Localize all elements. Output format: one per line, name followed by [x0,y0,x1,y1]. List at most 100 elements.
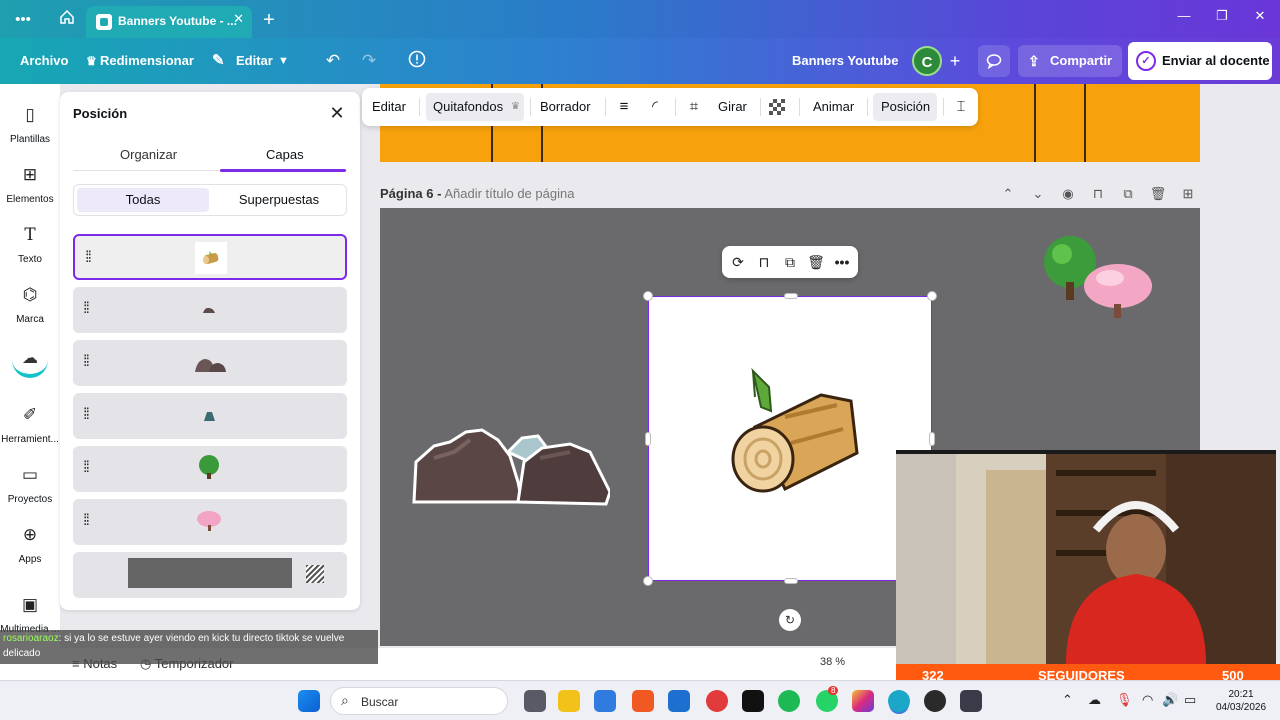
new-tab-icon[interactable]: + [258,9,280,31]
maximize-icon[interactable]: ❐ [1212,8,1232,24]
canva-icon[interactable] [888,690,910,712]
calculator-icon[interactable] [960,690,982,712]
drag-handle-icon[interactable]: ⁞⁞ [83,511,95,531]
sidebar-item-text[interactable]: T Texto [0,224,60,265]
delete-icon[interactable]: 🗑 [806,252,826,272]
home-icon[interactable] [56,9,78,31]
lock-icon[interactable]: ⊓ [754,252,774,272]
brave-browser-icon[interactable] [632,690,654,712]
layer-row[interactable] [73,552,347,598]
minimize-icon[interactable]: — [1174,8,1194,23]
delete-icon[interactable]: 🗑 [1149,186,1167,202]
edit-image-button[interactable]: Editar [372,88,406,126]
edit-menu[interactable]: Editar [236,38,273,84]
animate-button[interactable]: Animar [813,88,854,126]
wifi-icon[interactable]: ◠ [1142,692,1153,708]
avatar[interactable]: C [912,46,942,76]
cloud-icon[interactable]: ☁ [1088,692,1101,708]
sidebar-item-tools[interactable]: ✐ Herramient... [0,404,60,445]
resize-button[interactable]: Redimensionar [100,38,194,84]
browser-tab[interactable]: Banners Youtube - ... ✕ [86,6,252,38]
corner-rounding-icon[interactable]: ◜ [645,97,665,117]
resize-handle[interactable] [927,291,937,301]
resize-handle[interactable] [784,578,798,584]
tab-arrange[interactable]: Organizar [120,147,177,162]
app-icon[interactable] [706,690,728,712]
zoom-level[interactable]: 38 % [820,656,845,668]
share-button[interactable]: ⇪ Compartir [1018,45,1122,77]
sidebar-item-projects[interactable]: ▭ Proyectos [0,464,60,505]
close-tab-icon[interactable]: ✕ [233,11,244,27]
trees-element[interactable] [1040,232,1160,322]
sidebar-item-templates[interactable]: ▯ Plantillas [0,104,60,145]
system-clock[interactable]: 20:21 04/03/2026 [1206,688,1276,714]
lock-icon[interactable]: ⊓ [1089,186,1107,202]
drag-handle-icon[interactable]: ⁞⁞ [83,405,95,425]
resize-handle[interactable] [643,576,653,586]
comment-icon[interactable] [978,45,1010,77]
sidebar-item-apps[interactable]: ⊕ Apps [0,524,60,565]
resize-handle[interactable] [784,293,798,299]
windows-start-icon[interactable] [298,690,320,712]
file-explorer-icon[interactable] [558,690,580,712]
filter-all[interactable]: Todas [77,188,209,212]
store-icon[interactable] [594,690,616,712]
duplicate-icon[interactable]: ⧉ [1119,186,1137,202]
transparency-icon[interactable] [769,99,785,115]
task-view-icon[interactable] [524,690,546,712]
layer-row[interactable]: ⁞⁞ [73,287,347,333]
sidebar-item-brand[interactable]: ⌬ Marca [0,284,60,325]
document-title[interactable]: Banners Youtube [792,38,898,84]
add-page-icon[interactable]: ⊞ [1179,186,1197,202]
chevron-up-icon[interactable]: ⌃ [999,186,1017,202]
layer-row[interactable]: ⁞⁞ [73,340,347,386]
more-horizontal-icon[interactable]: ••• [12,9,34,31]
position-button[interactable]: Posición [881,88,930,126]
drag-handle-icon[interactable]: ⁞⁞ [83,458,95,478]
add-collaborator-icon[interactable]: + [942,46,968,76]
microphone-icon[interactable]: 🎙 [1116,692,1133,708]
undo-icon[interactable]: ↶ [322,50,344,72]
crop-icon[interactable]: ⌗ [684,97,704,117]
comment-add-icon[interactable]: ⟳ [728,252,748,272]
chevron-up-icon[interactable]: ⌃ [1062,692,1073,708]
resize-handle[interactable] [643,291,653,301]
flip-button[interactable]: Girar [718,88,747,126]
chatgpt-icon[interactable] [924,690,946,712]
send-to-teacher-button[interactable]: ✓ Enviar al docente [1128,42,1272,80]
battery-icon[interactable]: ▭ [1184,692,1196,708]
bg-remover-button[interactable]: Quitafondos [433,88,503,126]
layer-row[interactable]: ⁞⁞ [73,234,347,280]
tiktok-icon[interactable] [742,690,764,712]
taskbar-search[interactable]: ⌕ Buscar [330,687,508,715]
close-icon[interactable]: ✕ [326,102,348,124]
drag-handle-icon[interactable]: ⁞⁞ [83,299,95,319]
filter-overlapping[interactable]: Superpuestas [213,188,345,212]
layer-row[interactable]: ⁞⁞ [73,499,347,545]
info-icon[interactable] [406,50,428,72]
resize-handle[interactable] [929,432,935,446]
layer-row[interactable]: ⁞⁞ [73,393,347,439]
photos-icon[interactable] [668,690,690,712]
upload-icon[interactable]: ☁ [12,342,48,378]
hide-page-icon[interactable]: ◉ [1059,186,1077,202]
sidebar-item-elements[interactable]: ⊞ Elementos [0,164,60,205]
rotate-icon[interactable]: ↻ [779,609,801,631]
resize-handle[interactable] [645,432,651,446]
chevron-down-icon[interactable]: ▼ [278,38,289,84]
sidebar-item-media[interactable]: ▣ Multimedia ... [0,594,60,635]
drag-handle-icon[interactable]: ⁞⁞ [85,248,97,268]
more-options-icon[interactable]: ••• [832,252,852,272]
drag-handle-icon[interactable]: ⁞⁞ [83,352,95,372]
close-window-icon[interactable]: ✕ [1250,8,1270,24]
rocks-element[interactable] [410,422,610,508]
paint-format-icon[interactable]: ⌶ [951,97,971,117]
chevron-down-icon[interactable]: ⌄ [1029,186,1047,202]
file-menu[interactable]: Archivo [20,38,68,84]
instagram-icon[interactable] [852,690,874,712]
tab-layers[interactable]: Capas [266,147,304,162]
redo-icon[interactable]: ↷ [358,50,380,72]
volume-icon[interactable]: 🔊 [1162,692,1178,708]
layer-row[interactable]: ⁞⁞ [73,446,347,492]
page-title-input[interactable]: Añadir título de página [444,186,574,201]
